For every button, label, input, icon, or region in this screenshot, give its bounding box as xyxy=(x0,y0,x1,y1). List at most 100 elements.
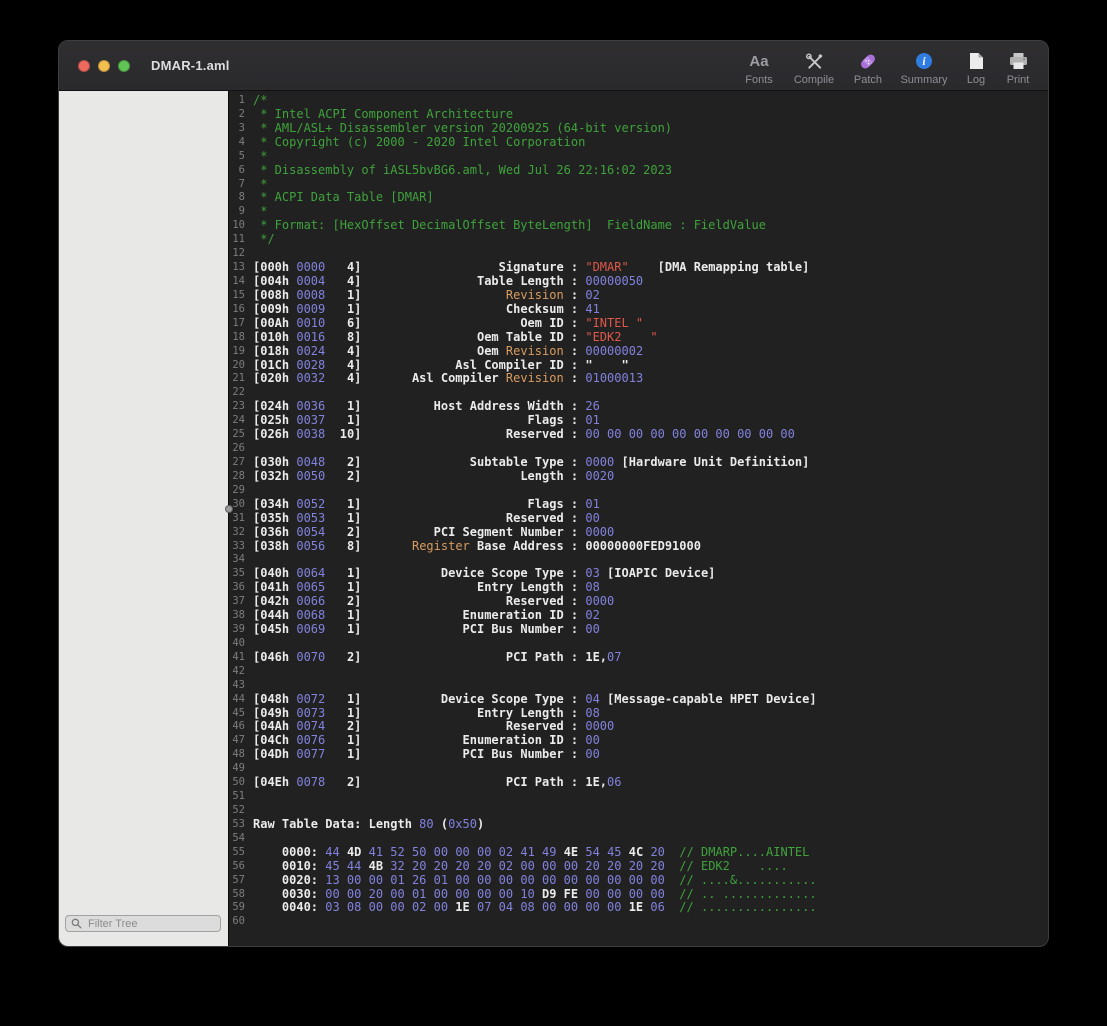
line-number: 4 xyxy=(229,136,253,150)
line-number: 23 xyxy=(229,400,253,414)
code-line: 15[008h 0008 1] Revision : 02 xyxy=(229,289,1048,303)
fonts-button[interactable]: Aa Fonts xyxy=(734,51,784,86)
code-line: 33[038h 0056 8] Register Base Address : … xyxy=(229,540,1048,554)
window-content: 1/*2 * Intel ACPI Component Architecture… xyxy=(59,91,1048,946)
minimize-button[interactable] xyxy=(98,60,110,72)
code-line: 59 0040: 03 08 00 00 02 00 1E 07 04 08 0… xyxy=(229,901,1048,915)
code-line: 47[04Ch 0076 1] Enumeration ID : 00 xyxy=(229,734,1048,748)
code-line: 26 xyxy=(229,442,1048,456)
code-line: 51 xyxy=(229,790,1048,804)
title-bar: DMAR-1.aml Aa Fonts xyxy=(59,41,1048,91)
code-text: * Format: [HexOffset DecimalOffset ByteL… xyxy=(253,219,766,233)
fonts-icon: Aa xyxy=(749,51,768,72)
info-circle-icon: i xyxy=(915,51,933,72)
code-line: 39[045h 0069 1] PCI Bus Number : 00 xyxy=(229,623,1048,637)
line-number: 31 xyxy=(229,512,253,526)
line-number: 3 xyxy=(229,122,253,136)
code-text: [032h 0050 2] Length : 0020 xyxy=(253,470,614,484)
code-line: 53Raw Table Data: Length 80 (0x50) xyxy=(229,818,1048,832)
code-text: [01Ch 0028 4] Asl Compiler ID : " " xyxy=(253,359,629,373)
close-button[interactable] xyxy=(78,60,90,72)
search-icon xyxy=(71,918,82,929)
code-text: [04Dh 0077 1] PCI Bus Number : 00 xyxy=(253,748,600,762)
code-line: 31[035h 0053 1] Reserved : 00 xyxy=(229,512,1048,526)
code-line: 25[026h 0038 10] Reserved : 00 00 00 00 … xyxy=(229,428,1048,442)
splitter-handle[interactable] xyxy=(225,505,233,513)
line-number: 20 xyxy=(229,359,253,373)
code-text: * Disassembly of iASL5bvBG6.aml, Wed Jul… xyxy=(253,164,672,178)
code-line: 16[009h 0009 1] Checksum : 41 xyxy=(229,303,1048,317)
code-line: 24[025h 0037 1] Flags : 01 xyxy=(229,414,1048,428)
line-number: 26 xyxy=(229,442,253,456)
code-line: 49 xyxy=(229,762,1048,776)
code-text: [025h 0037 1] Flags : 01 xyxy=(253,414,600,428)
code-line: 38[044h 0068 1] Enumeration ID : 02 xyxy=(229,609,1048,623)
line-number: 42 xyxy=(229,665,253,679)
line-number: 51 xyxy=(229,790,253,804)
code-text: * Intel ACPI Component Architecture xyxy=(253,108,513,122)
code-line: 23[024h 0036 1] Host Address Width : 26 xyxy=(229,400,1048,414)
line-number: 10 xyxy=(229,219,253,233)
filter-tree-input[interactable] xyxy=(86,917,215,931)
line-number: 18 xyxy=(229,331,253,345)
code-line: 10 * Format: [HexOffset DecimalOffset By… xyxy=(229,219,1048,233)
code-line: 11 */ xyxy=(229,233,1048,247)
line-number: 8 xyxy=(229,191,253,205)
patch-button[interactable]: Patch xyxy=(844,51,892,86)
line-number: 54 xyxy=(229,832,253,846)
line-number: 2 xyxy=(229,108,253,122)
line-number: 39 xyxy=(229,623,253,637)
code-text: [044h 0068 1] Enumeration ID : 02 xyxy=(253,609,600,623)
code-text: [04Eh 0078 2] PCI Path : 1E,06 xyxy=(253,776,621,790)
code-text: [035h 0053 1] Reserved : 00 xyxy=(253,512,600,526)
code-line: 52 xyxy=(229,804,1048,818)
log-button[interactable]: Log xyxy=(956,51,996,86)
compile-button[interactable]: Compile xyxy=(786,51,842,86)
line-number: 45 xyxy=(229,707,253,721)
code-line: 5 * xyxy=(229,150,1048,164)
printer-icon xyxy=(1009,51,1028,72)
code-editor[interactable]: 1/*2 * Intel ACPI Component Architecture… xyxy=(229,91,1048,946)
code-text: [04Ch 0076 1] Enumeration ID : 00 xyxy=(253,734,600,748)
compile-label: Compile xyxy=(794,74,834,86)
code-line: 3 * AML/ASL+ Disassembler version 202009… xyxy=(229,122,1048,136)
line-number: 21 xyxy=(229,372,253,386)
line-number: 40 xyxy=(229,637,253,651)
line-number: 49 xyxy=(229,762,253,776)
line-number: 57 xyxy=(229,874,253,888)
code-text: [046h 0070 2] PCI Path : 1E,07 xyxy=(253,651,621,665)
code-text: [018h 0024 4] Oem Revision : 00000002 xyxy=(253,345,643,359)
line-number: 24 xyxy=(229,414,253,428)
code-text: [042h 0066 2] Reserved : 0000 xyxy=(253,595,614,609)
code-line: 27[030h 0048 2] Subtable Type : 0000 [Ha… xyxy=(229,456,1048,470)
code-line: 8 * ACPI Data Table [DMAR] xyxy=(229,191,1048,205)
code-text: [010h 0016 8] Oem Table ID : "EDK2 " xyxy=(253,331,658,345)
line-number: 28 xyxy=(229,470,253,484)
code-text: 0040: 03 08 00 00 02 00 1E 07 04 08 00 0… xyxy=(253,901,817,915)
code-line: 29 xyxy=(229,484,1048,498)
code-line: 19[018h 0024 4] Oem Revision : 00000002 xyxy=(229,345,1048,359)
filter-tree-field xyxy=(65,915,221,932)
line-number: 36 xyxy=(229,581,253,595)
code-line: 40 xyxy=(229,637,1048,651)
zoom-button[interactable] xyxy=(118,60,130,72)
code-area: 1/*2 * Intel ACPI Component Architecture… xyxy=(229,94,1048,929)
code-line: 7 * xyxy=(229,178,1048,192)
code-line: 6 * Disassembly of iASL5bvBG6.aml, Wed J… xyxy=(229,164,1048,178)
print-label: Print xyxy=(1007,74,1030,86)
code-line: 1/* xyxy=(229,94,1048,108)
code-text: [041h 0065 1] Entry Length : 08 xyxy=(253,581,600,595)
summary-button[interactable]: i Summary xyxy=(894,51,954,86)
line-number: 11 xyxy=(229,233,253,247)
line-number: 52 xyxy=(229,804,253,818)
code-text: [030h 0048 2] Subtable Type : 0000 [Hard… xyxy=(253,456,809,470)
print-button[interactable]: Print xyxy=(998,51,1038,86)
code-line: 14[004h 0004 4] Table Length : 00000050 xyxy=(229,275,1048,289)
code-line: 12 xyxy=(229,247,1048,261)
line-number: 1 xyxy=(229,94,253,108)
code-line: 34 xyxy=(229,553,1048,567)
document-icon xyxy=(969,51,984,72)
code-line: 43 xyxy=(229,679,1048,693)
code-line: 48[04Dh 0077 1] PCI Bus Number : 00 xyxy=(229,748,1048,762)
code-text: [024h 0036 1] Host Address Width : 26 xyxy=(253,400,600,414)
